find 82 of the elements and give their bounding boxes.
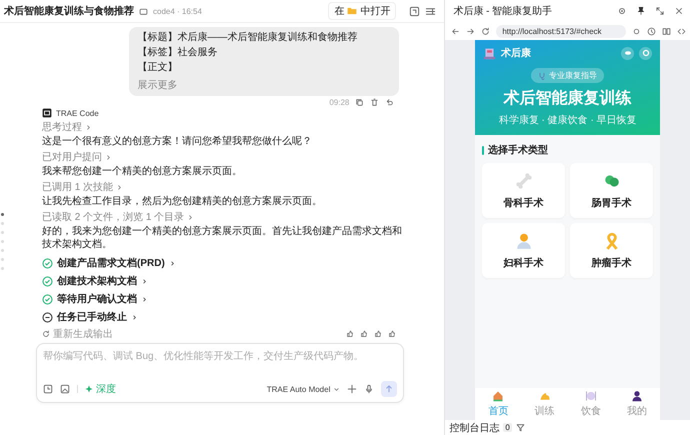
section-accent-bar	[482, 146, 484, 154]
doctor-icon	[514, 232, 533, 250]
delete-icon[interactable]	[370, 98, 380, 107]
chevron-right-icon	[141, 278, 148, 284]
house-icon	[492, 390, 504, 402]
window-title: 术后康 - 智能康复助手	[453, 4, 552, 18]
surgery-type-card[interactable]: 肿瘤手术	[570, 223, 654, 278]
undo-icon[interactable]	[385, 98, 394, 107]
thumbs-up-icon[interactable]	[346, 330, 354, 338]
panel-icon[interactable]	[425, 6, 436, 16]
window-icon[interactable]	[409, 6, 420, 16]
log-count: 0	[503, 423, 512, 432]
microphone-icon[interactable]	[364, 384, 374, 394]
caret-down-icon	[333, 386, 340, 392]
hospital-icon	[483, 46, 496, 60]
collapsed-step-toggle[interactable]: 已读取 2 个文件，浏览 1 个目录	[42, 210, 194, 224]
bot-logo-icon	[42, 108, 52, 118]
surgery-type-card[interactable]: 肠胃手术	[570, 163, 654, 218]
assistant-message: 我来帮您创建一个精美的创意方案展示页面。	[42, 165, 243, 178]
eye-button[interactable]	[621, 46, 634, 60]
assistant-message: 让我先检查工作目录，然后为您创建精美的创意方案展示页面。	[42, 195, 323, 208]
chevron-right-icon	[187, 214, 194, 220]
hero-subtitle: 科学康复 · 健康饮食 · 早日恢复	[498, 114, 637, 127]
forward-icon[interactable]	[466, 26, 476, 36]
chevron-right-icon	[85, 124, 92, 130]
surgery-type-card[interactable]: 骨科手术	[482, 163, 566, 218]
hero-title: 术后智能康复训练	[504, 88, 632, 109]
task-item[interactable]: 创建技术架构文档	[42, 273, 148, 289]
task-item[interactable]: 创建产品需求文档(PRD)	[42, 255, 176, 271]
refresh-icon	[42, 330, 50, 338]
assistant-name: TRAE Code	[56, 108, 99, 118]
close-icon[interactable]	[674, 6, 684, 16]
open-in-button[interactable]: 在 中打开	[328, 2, 396, 20]
timeline-dot[interactable]	[1, 213, 4, 216]
chat-title: 术后智能康复训练与食物推荐	[4, 4, 134, 18]
stethoscope-icon	[538, 72, 546, 80]
bone-icon	[514, 172, 533, 190]
settings-button[interactable]	[639, 46, 652, 60]
pin-icon[interactable]	[636, 6, 646, 16]
chevron-right-icon	[116, 184, 124, 190]
timeline-dot[interactable]	[1, 258, 4, 261]
collapsed-step-toggle[interactable]: 已对用户提问	[42, 150, 112, 164]
timeline-dot[interactable]	[1, 267, 4, 270]
image-icon[interactable]	[60, 384, 70, 394]
app-name: 术后康	[501, 46, 532, 60]
chevron-right-icon	[131, 314, 138, 320]
timeline-dot[interactable]	[1, 231, 4, 234]
clock-icon[interactable]	[43, 384, 53, 394]
timeline-dot[interactable]	[1, 222, 4, 225]
message-text: 【标题】术后康——术后智能康复训练和食物推荐	[137, 31, 358, 44]
collapsed-step-toggle[interactable]: 思考过程	[42, 120, 92, 134]
chevron-right-icon	[141, 296, 148, 302]
code-icon[interactable]	[677, 26, 686, 36]
filter-icon[interactable]	[516, 423, 525, 432]
message-input-field[interactable]: 帮你编写代码、调试 Bug、优化性能等开发工作，交付生产级代码产物。 深度 TRAE Auto Model	[36, 343, 404, 403]
task-item[interactable]: 任务已手动终止	[42, 309, 138, 325]
badge: 专业康复指导	[531, 68, 604, 83]
message-text: 【正文】	[137, 61, 178, 74]
project-info: code4 · 16:54	[153, 6, 202, 16]
chevron-right-icon	[168, 260, 176, 266]
assistant-message: 好的，我来为您创建一个精美的创意方案展示页面。首先让我创建产品需求文档和技术架构文档。	[42, 225, 403, 251]
chevron-right-icon	[105, 154, 112, 160]
assistant-message: 这是一个很有意义的创意方案！请问您希望我帮您做什么呢？	[42, 135, 313, 148]
back-icon[interactable]	[451, 26, 460, 36]
person-icon	[631, 390, 644, 402]
surgery-type-card[interactable]: 妇科手术	[482, 223, 566, 278]
plate-icon	[584, 390, 597, 402]
model-selector[interactable]: TRAE Auto Model	[266, 384, 340, 394]
reload-icon[interactable]	[481, 26, 490, 36]
timeline-dot[interactable]	[1, 249, 4, 252]
section-title: 选择手术类型	[488, 144, 548, 157]
expand-icon[interactable]	[655, 6, 665, 16]
url-field[interactable]: http://localhost:5173/#check	[496, 24, 626, 38]
book-icon[interactable]	[662, 26, 671, 36]
console-label: 控制台日志	[449, 422, 500, 434]
task-item[interactable]: 等待用户确认文档	[42, 291, 148, 307]
history-icon[interactable]	[647, 26, 656, 36]
arrow-up-icon	[384, 384, 394, 394]
message-text: 【标签】社会服务	[137, 46, 218, 59]
message-time: 09:28	[329, 98, 350, 107]
collapsed-step-toggle[interactable]: 已调用 1 次技能	[42, 180, 124, 194]
timeline-dot[interactable]	[1, 240, 4, 243]
